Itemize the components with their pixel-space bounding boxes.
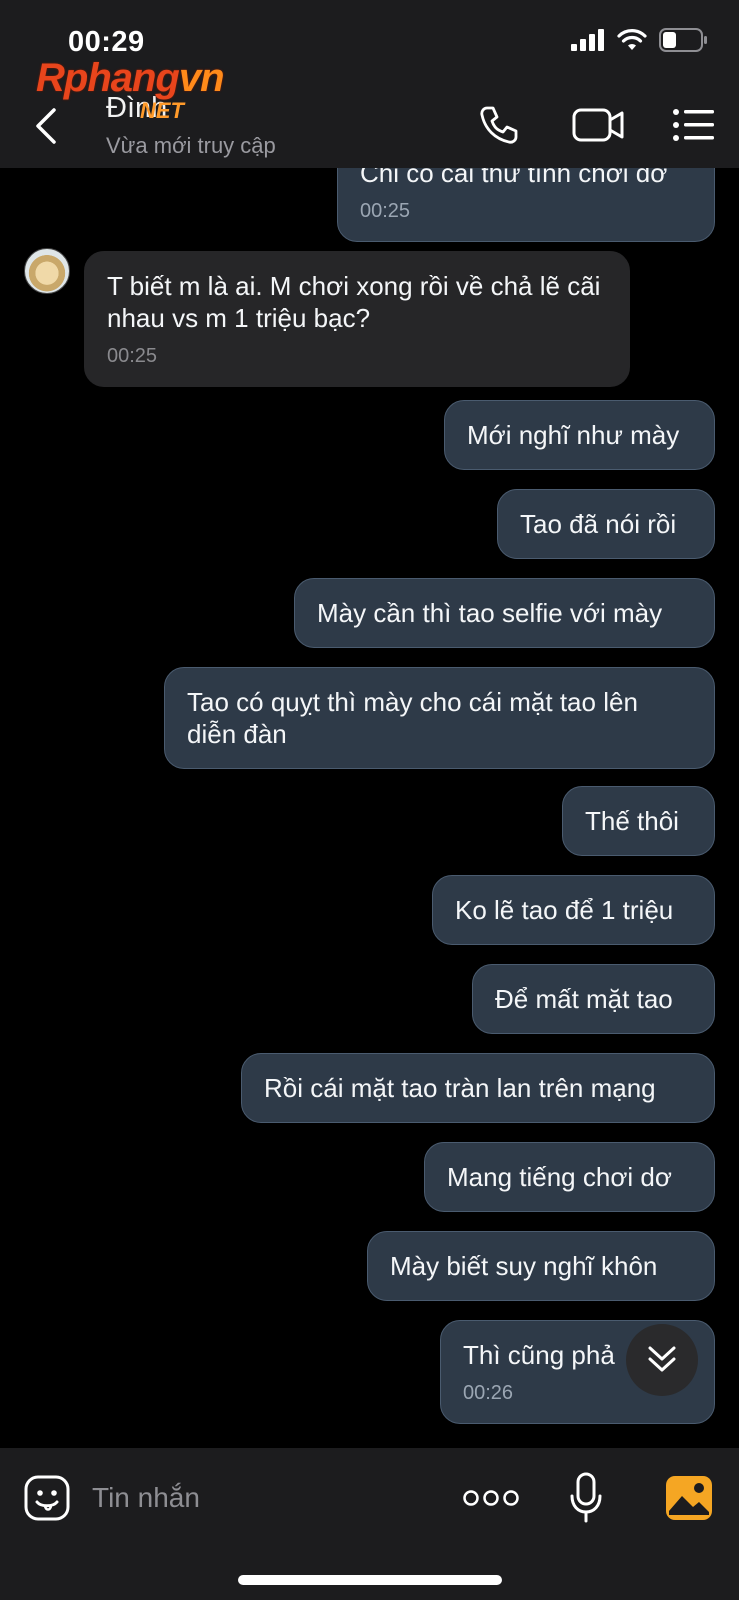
battery-icon bbox=[659, 28, 707, 52]
message-bubble-out[interactable]: Ko lẽ tao để 1 triệu bbox=[432, 875, 715, 945]
message-text: Ko lẽ tao để 1 triệu bbox=[455, 895, 674, 925]
message-text: Mày biết suy nghĩ khôn bbox=[390, 1251, 658, 1281]
top-bar: 00:29 Rphangvn NET Đình Vừa mới truy cập bbox=[0, 0, 739, 168]
watermark-logo: Rphangvn bbox=[36, 56, 225, 101]
more-dots-icon bbox=[463, 1490, 519, 1506]
microphone-icon bbox=[570, 1472, 602, 1523]
message-bubble-out[interactable]: Thế thôi bbox=[562, 786, 715, 856]
chat-message-list[interactable]: Chỉ có cái thư tình chơi dơ 00:25 T biết… bbox=[0, 168, 739, 1448]
sticker-icon bbox=[24, 1475, 70, 1521]
wifi-icon bbox=[617, 29, 647, 50]
message-bubble-out[interactable]: Chỉ có cái thư tình chơi dơ 00:25 bbox=[337, 168, 715, 242]
video-camera-icon bbox=[572, 108, 624, 142]
message-bubble-out[interactable]: Mang tiếng chơi dơ bbox=[424, 1142, 715, 1212]
photo-gallery-icon bbox=[666, 1476, 712, 1520]
scroll-to-bottom-button[interactable] bbox=[626, 1324, 698, 1396]
call-button[interactable] bbox=[474, 100, 524, 150]
cellular-signal-icon bbox=[571, 29, 604, 51]
more-button[interactable] bbox=[462, 1470, 520, 1526]
composer-bar: Tin nhắn bbox=[0, 1448, 739, 1600]
voice-message-button[interactable] bbox=[568, 1470, 604, 1526]
watermark-brand: Rphangvn bbox=[36, 56, 225, 100]
sticker-button[interactable] bbox=[22, 1470, 72, 1526]
message-text: Mày cần thì tao selfie với mày bbox=[317, 598, 663, 628]
gallery-button[interactable] bbox=[664, 1470, 714, 1526]
message-bubble-out[interactable]: Tao đã nói rồi bbox=[497, 489, 715, 559]
message-bubble-in[interactable]: T biết m là ai. M chơi xong rồi về chả l… bbox=[84, 251, 630, 387]
back-button[interactable] bbox=[28, 104, 68, 148]
video-call-button[interactable] bbox=[568, 100, 628, 150]
back-chevron-icon bbox=[36, 108, 56, 144]
message-bubble-out[interactable]: Để mất mặt tao bbox=[472, 964, 715, 1034]
watermark-brand-accent: vn bbox=[178, 56, 225, 100]
watermark-sub: NET bbox=[140, 98, 184, 123]
contact-avatar[interactable] bbox=[24, 248, 70, 294]
message-bubble-out[interactable]: Tao có quỵt thì mày cho cái mặt tao lên … bbox=[164, 667, 715, 769]
message-text: T biết m là ai. M chơi xong rồi về chả l… bbox=[107, 271, 601, 333]
message-input[interactable]: Tin nhắn bbox=[92, 1478, 432, 1518]
message-bubble-out[interactable]: Rồi cái mặt tao tràn lan trên mạng bbox=[241, 1053, 715, 1123]
message-text: Chỉ có cái thư tình chơi dơ bbox=[360, 168, 668, 188]
message-text: Thì cũng phả bbox=[463, 1340, 615, 1370]
message-text: Thế thôi bbox=[585, 806, 679, 836]
menu-button[interactable] bbox=[670, 100, 718, 150]
phone-icon bbox=[480, 106, 518, 144]
message-time: 00:25 bbox=[107, 345, 158, 367]
menu-list-icon bbox=[673, 109, 714, 141]
message-text: Tao có quỵt thì mày cho cái mặt tao lên … bbox=[187, 687, 638, 749]
message-text: Tao đã nói rồi bbox=[520, 509, 677, 539]
message-time: 00:25 bbox=[360, 200, 411, 222]
message-bubble-out[interactable]: Mới nghĩ như mày bbox=[444, 400, 715, 470]
message-text: Mang tiếng chơi dơ bbox=[447, 1162, 672, 1192]
status-icons bbox=[571, 28, 709, 52]
message-bubble-out[interactable]: Mày cần thì tao selfie với mày bbox=[294, 578, 715, 648]
double-chevron-down-icon bbox=[648, 1346, 676, 1372]
status-time: 00:29 bbox=[68, 26, 145, 58]
home-indicator bbox=[238, 1575, 502, 1585]
message-text: Để mất mặt tao bbox=[495, 984, 673, 1014]
message-bubble-out[interactable]: Mày biết suy nghĩ khôn bbox=[367, 1231, 715, 1301]
contact-status: Vừa mới truy cập bbox=[106, 133, 276, 158]
message-text: Mới nghĩ như mày bbox=[467, 420, 680, 450]
message-text: Rồi cái mặt tao tràn lan trên mạng bbox=[264, 1073, 656, 1103]
